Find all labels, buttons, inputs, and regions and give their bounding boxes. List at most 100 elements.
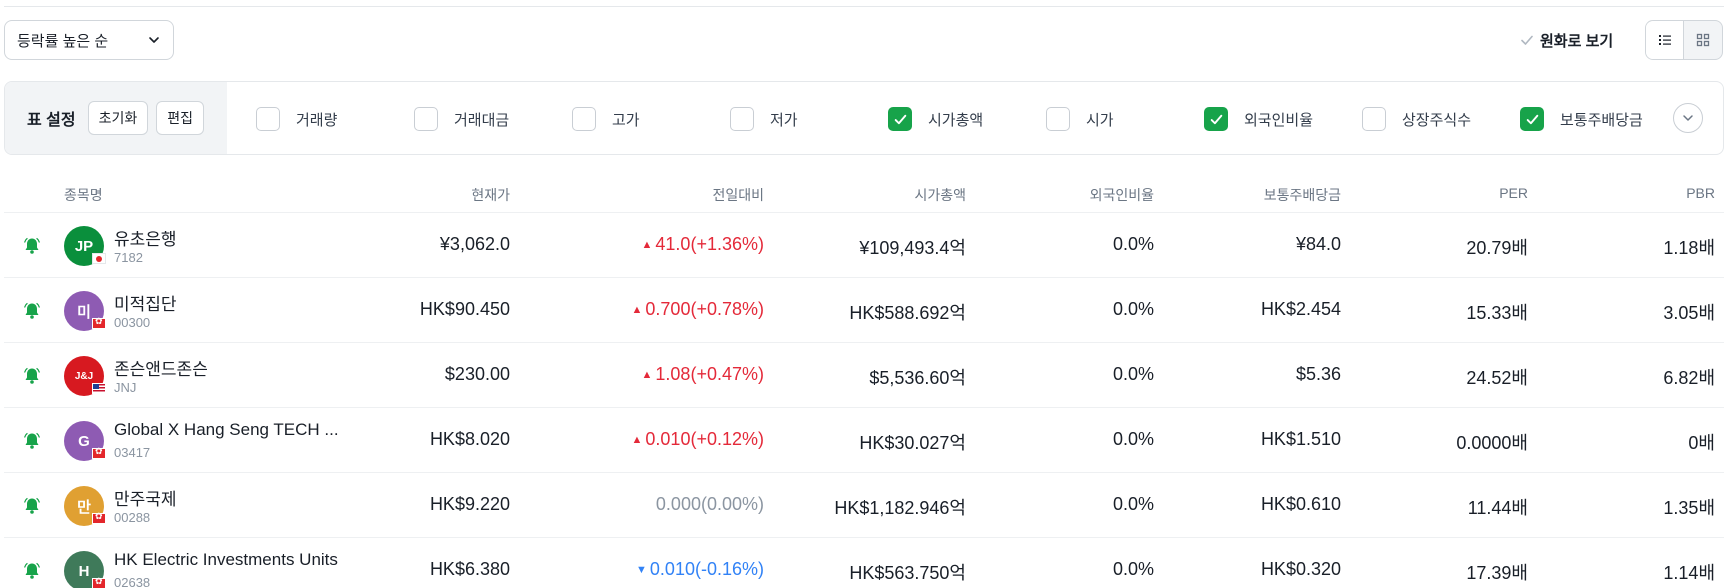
change-percent: (+0.47%) bbox=[690, 364, 764, 384]
change-amount: 0.000 bbox=[655, 494, 701, 514]
table-row[interactable]: G Global X Hang Seng TECH ... 03417 HK$8… bbox=[4, 408, 1724, 473]
check-icon bbox=[1526, 114, 1538, 124]
market-cap: $5,536.60억 bbox=[869, 368, 966, 388]
edit-button[interactable]: 편집 bbox=[156, 101, 205, 135]
table-row[interactable]: J&J 존슨앤드존슨 JNJ $230.00 ▲ 1.08(+0.47%) $5,… bbox=[4, 343, 1724, 408]
header-dividend[interactable]: 보통주배당금 bbox=[1264, 185, 1341, 205]
foreign-ratio: 0.0% bbox=[1112, 364, 1154, 384]
table-header: 종목명 현재가 전일대비 시가총액 외국인비율 보통주배당금 PER PBR bbox=[4, 175, 1724, 213]
list-view-button[interactable] bbox=[1646, 21, 1685, 59]
column-toggle-low[interactable]: 저가 bbox=[730, 107, 798, 131]
column-toggle-high[interactable]: 고가 bbox=[572, 107, 640, 131]
column-toggle-market-cap[interactable]: 시가총액 bbox=[888, 107, 983, 131]
bell-icon[interactable] bbox=[22, 496, 42, 516]
foreign-ratio: 0.0% bbox=[1112, 234, 1154, 254]
krw-view-label: 원화로 보기 bbox=[1540, 32, 1614, 50]
change-percent: (0.00%) bbox=[700, 494, 764, 514]
check-icon bbox=[1521, 35, 1533, 45]
stock-logo-text: H bbox=[78, 562, 90, 580]
reset-button[interactable]: 초기화 bbox=[87, 101, 149, 135]
table-settings-controls: 표 설정 초기화 편집 bbox=[5, 82, 227, 154]
bell-icon[interactable] bbox=[22, 301, 42, 321]
table-row[interactable]: 만 만주국제 00288 HK$9.220 0.000(0.00%) HK$1,… bbox=[4, 473, 1724, 538]
foreign-ratio: 0.0% bbox=[1112, 299, 1154, 319]
change-amount: 0.010 bbox=[645, 429, 691, 449]
checkbox-checked[interactable] bbox=[888, 107, 912, 131]
change-amount: 0.010 bbox=[649, 559, 695, 579]
header-change[interactable]: 전일대비 bbox=[712, 185, 764, 205]
market-cap: HK$563.750억 bbox=[849, 563, 966, 583]
current-price: HK$6.380 bbox=[429, 559, 510, 579]
sort-dropdown[interactable]: 등락률 높은 순 bbox=[4, 20, 174, 60]
current-price: HK$9.220 bbox=[429, 494, 510, 514]
column-toggle-open[interactable]: 시가 bbox=[1046, 107, 1114, 131]
column-toggle-foreign-ratio[interactable]: 외국인비율 bbox=[1204, 107, 1313, 131]
column-toggle-label: 외국인비율 bbox=[1244, 111, 1314, 129]
header-name[interactable]: 종목명 bbox=[64, 185, 103, 205]
checkbox[interactable] bbox=[414, 107, 438, 131]
column-toggle-dividend[interactable]: 보통주배당금 bbox=[1520, 107, 1643, 131]
checkbox[interactable] bbox=[730, 107, 754, 131]
checkbox-checked[interactable] bbox=[1520, 107, 1544, 131]
header-per[interactable]: PER bbox=[1499, 185, 1528, 201]
checkbox[interactable] bbox=[1046, 107, 1070, 131]
column-toggle-label: 저가 bbox=[770, 111, 798, 129]
stock-logo-text: JP bbox=[74, 237, 94, 255]
column-toggle-label: 거래량 bbox=[296, 111, 338, 129]
stock-name[interactable]: 유초은행 bbox=[114, 225, 177, 250]
table-row[interactable]: 미 미적집단 00300 HK$90.450 ▲0.700(+0.78%) HK… bbox=[4, 278, 1724, 343]
header-price[interactable]: 현재가 bbox=[471, 185, 510, 205]
header-market-cap[interactable]: 시가총액 bbox=[914, 185, 966, 205]
change-percent: (+1.36%) bbox=[690, 234, 764, 254]
check-icon bbox=[894, 114, 906, 124]
stock-name[interactable]: HK Electric Investments Units bbox=[114, 550, 338, 570]
per-value: 0.0000배 bbox=[1456, 433, 1528, 453]
country-flag-icon bbox=[92, 316, 106, 329]
column-toggle-label: 상장주식수 bbox=[1402, 111, 1472, 129]
dividend: HK$1.510 bbox=[1260, 429, 1341, 449]
table-settings-bar: 표 설정 초기화 편집 거래량 거래대금 고가 저가 시가총액 시가 외국인비율… bbox=[4, 81, 1724, 155]
checkbox[interactable] bbox=[1362, 107, 1386, 131]
change-value: ▲ 1.08(+0.47%) bbox=[642, 364, 764, 385]
table-settings-title: 표 설정 bbox=[27, 112, 76, 129]
table-row[interactable]: H HK Electric Investments Units 02638 HK… bbox=[4, 538, 1724, 588]
country-flag-icon bbox=[92, 576, 106, 588]
change-arrow-icon: ▲ bbox=[641, 239, 653, 251]
checkbox[interactable] bbox=[256, 107, 280, 131]
stock-code: JNJ bbox=[114, 380, 137, 395]
expand-settings-button[interactable] bbox=[1673, 103, 1703, 133]
column-toggle-trade-value[interactable]: 거래대금 bbox=[414, 107, 509, 131]
dividend: HK$0.320 bbox=[1260, 559, 1341, 579]
chevron-down-icon bbox=[149, 37, 159, 43]
table-row[interactable]: JP 유초은행 7182 ¥3,062.0 ▲ 41.0(+1.36%) ¥109… bbox=[4, 213, 1724, 278]
column-toggle-volume[interactable]: 거래량 bbox=[256, 107, 337, 131]
stock-name[interactable]: 만주국제 bbox=[114, 485, 177, 510]
bell-icon[interactable] bbox=[22, 236, 42, 256]
checkbox[interactable] bbox=[572, 107, 596, 131]
per-value: 15.33배 bbox=[1466, 303, 1528, 323]
stock-name[interactable]: 존슨앤드존슨 bbox=[114, 355, 208, 380]
checkbox-checked[interactable] bbox=[1204, 107, 1228, 131]
grid-view-button[interactable] bbox=[1684, 21, 1722, 59]
change-arrow-icon: ▼ bbox=[636, 564, 647, 576]
dividend: ¥84.0 bbox=[1295, 234, 1341, 254]
stock-name[interactable]: Global X Hang Seng TECH ... bbox=[114, 420, 339, 440]
bell-icon[interactable] bbox=[22, 561, 42, 581]
current-price: HK$8.020 bbox=[429, 429, 510, 449]
country-flag-icon bbox=[92, 511, 106, 524]
stock-logo-text: J&J bbox=[74, 370, 94, 382]
change-arrow-icon: ▲ bbox=[631, 434, 643, 446]
header-pbr[interactable]: PBR bbox=[1686, 185, 1715, 201]
column-toggle-label: 시가 bbox=[1086, 111, 1114, 129]
pbr-value: 6.82배 bbox=[1663, 368, 1715, 388]
column-toggle-listed-shares[interactable]: 상장주식수 bbox=[1362, 107, 1471, 131]
stock-name[interactable]: 미적집단 bbox=[114, 290, 177, 315]
krw-view-toggle[interactable]: 원화로 보기 bbox=[1520, 28, 1613, 52]
pbr-value: 1.18배 bbox=[1663, 238, 1715, 258]
header-foreign-ratio[interactable]: 외국인비율 bbox=[1090, 185, 1154, 205]
bell-icon[interactable] bbox=[22, 431, 42, 451]
change-value: ▲ 0.010(+0.12%) bbox=[632, 429, 764, 450]
bell-icon[interactable] bbox=[22, 366, 42, 386]
change-amount: 0.700 bbox=[645, 299, 691, 319]
grid-icon bbox=[1696, 33, 1710, 47]
